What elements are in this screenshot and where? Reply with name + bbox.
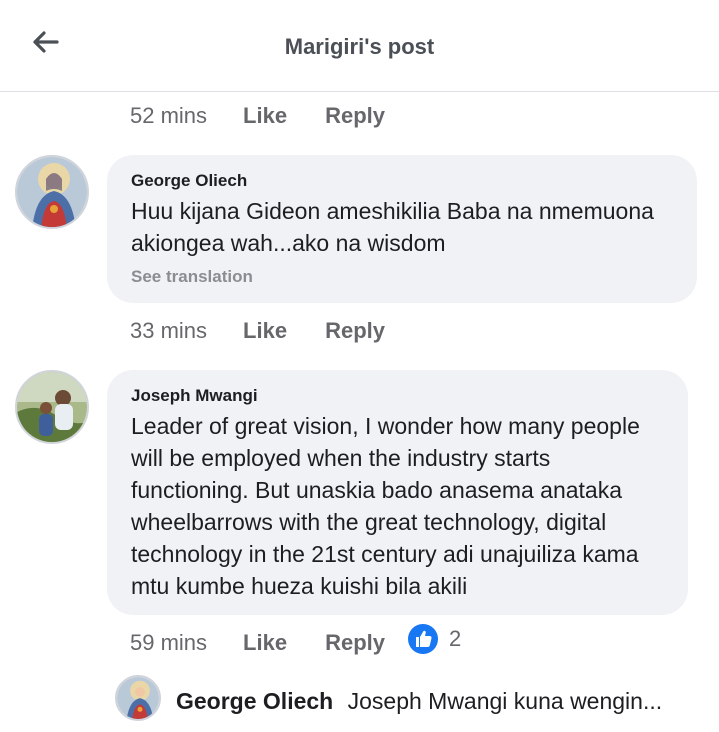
like-button[interactable]: Like	[243, 103, 287, 129]
avatar-image	[17, 157, 87, 227]
reaction-count: 2	[449, 626, 462, 651]
reply-author[interactable]: George Oliech	[176, 688, 333, 714]
comment-bubble[interactable]: Joseph Mwangi Leader of great vision, I …	[107, 370, 688, 615]
comment-bubble[interactable]: George Oliech Huu kijana Gideon ameshiki…	[107, 155, 697, 303]
reaction-summary[interactable]: 2	[407, 623, 461, 655]
avatar-image	[117, 677, 159, 719]
like-button[interactable]: Like	[243, 318, 287, 344]
comment-author[interactable]: Joseph Mwangi	[131, 386, 664, 406]
comment-actions: 33 mins Like Reply	[130, 316, 385, 346]
avatar[interactable]	[115, 675, 161, 721]
comment-time[interactable]: 52 mins	[130, 103, 207, 129]
reply-button[interactable]: Reply	[325, 318, 385, 344]
avatar[interactable]	[15, 155, 89, 229]
comment-time[interactable]: 59 mins	[130, 630, 207, 656]
reply-button[interactable]: Reply	[325, 103, 385, 129]
reply-preview[interactable]: George Oliech Joseph Mwangi kuna wengin.…	[176, 688, 662, 715]
reply-text: Joseph Mwangi kuna wengin...	[347, 688, 663, 714]
avatar-image	[17, 372, 87, 442]
page-title: Marigiri's post	[284, 34, 435, 59]
comment-time[interactable]: 33 mins	[130, 318, 207, 344]
comment-text: Huu kijana Gideon ameshikilia Baba na nm…	[131, 198, 654, 256]
avatar[interactable]	[15, 370, 89, 444]
comment-author[interactable]: George Oliech	[131, 171, 673, 191]
comment-actions-top: 52 mins Like Reply	[130, 101, 385, 131]
reply-button[interactable]: Reply	[325, 630, 385, 656]
comment-actions: 59 mins Like Reply 2	[130, 624, 461, 658]
post-header: Marigiri's post	[0, 0, 719, 92]
see-translation-link[interactable]: See translation	[131, 267, 673, 287]
thumbs-up-icon	[408, 624, 438, 654]
like-button[interactable]: Like	[243, 630, 287, 656]
comment-text: Leader of great vision, I wonder how man…	[131, 413, 640, 599]
